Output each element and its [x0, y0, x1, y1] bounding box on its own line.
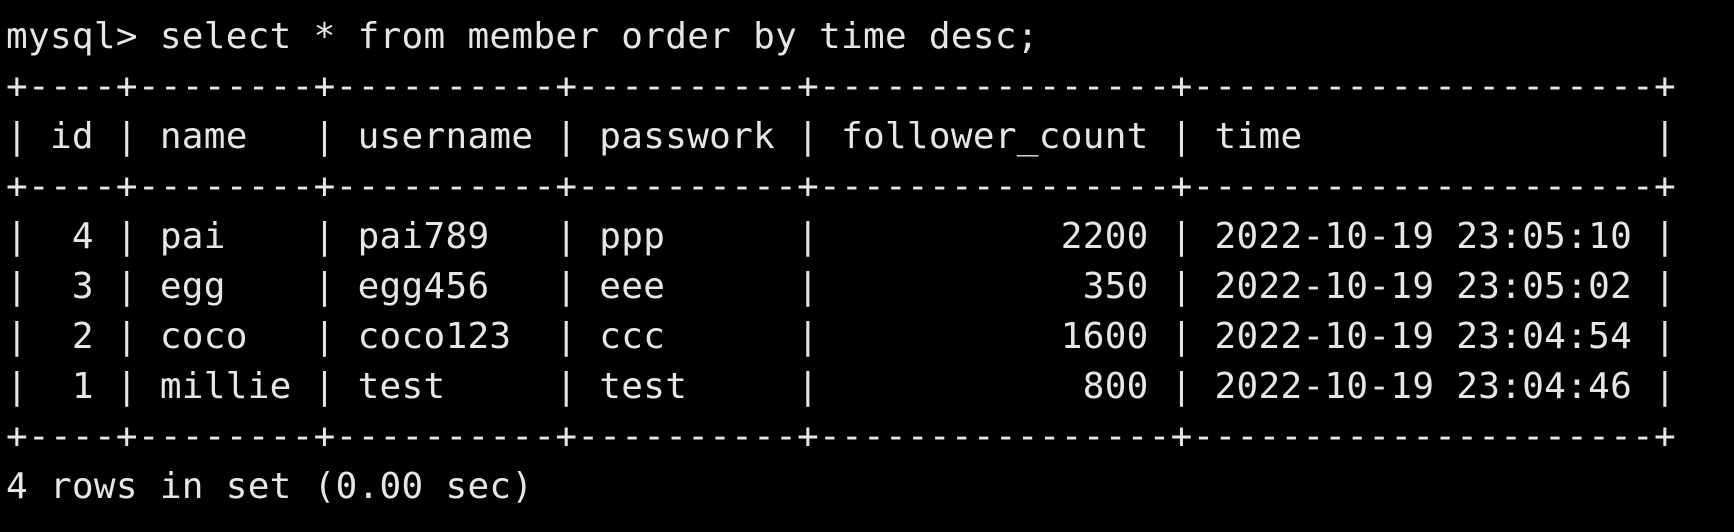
table-row: | 4 | pai | pai789 | ppp | 2200 | 2022-1… — [6, 216, 1677, 257]
table-row: | 2 | coco | coco123 | ccc | 1600 | 2022… — [6, 316, 1677, 357]
table-border-header: +----+--------+----------+----------+---… — [6, 166, 1677, 207]
table-border-top: +----+--------+----------+----------+---… — [6, 66, 1677, 107]
terminal-window[interactable]: mysql> select * from member order by tim… — [0, 0, 1734, 532]
table-row: | 1 | millie | test | test | 800 | 2022-… — [6, 366, 1677, 407]
mysql-prompt-line: mysql> select * from member order by tim… — [6, 16, 1039, 57]
query-status-line: 4 rows in set (0.00 sec) — [6, 466, 534, 507]
table-header-row: | id | name | username | passwork | foll… — [6, 116, 1677, 157]
table-border-bottom: +----+--------+----------+----------+---… — [6, 416, 1677, 457]
table-row: | 3 | egg | egg456 | eee | 350 | 2022-10… — [6, 266, 1677, 307]
